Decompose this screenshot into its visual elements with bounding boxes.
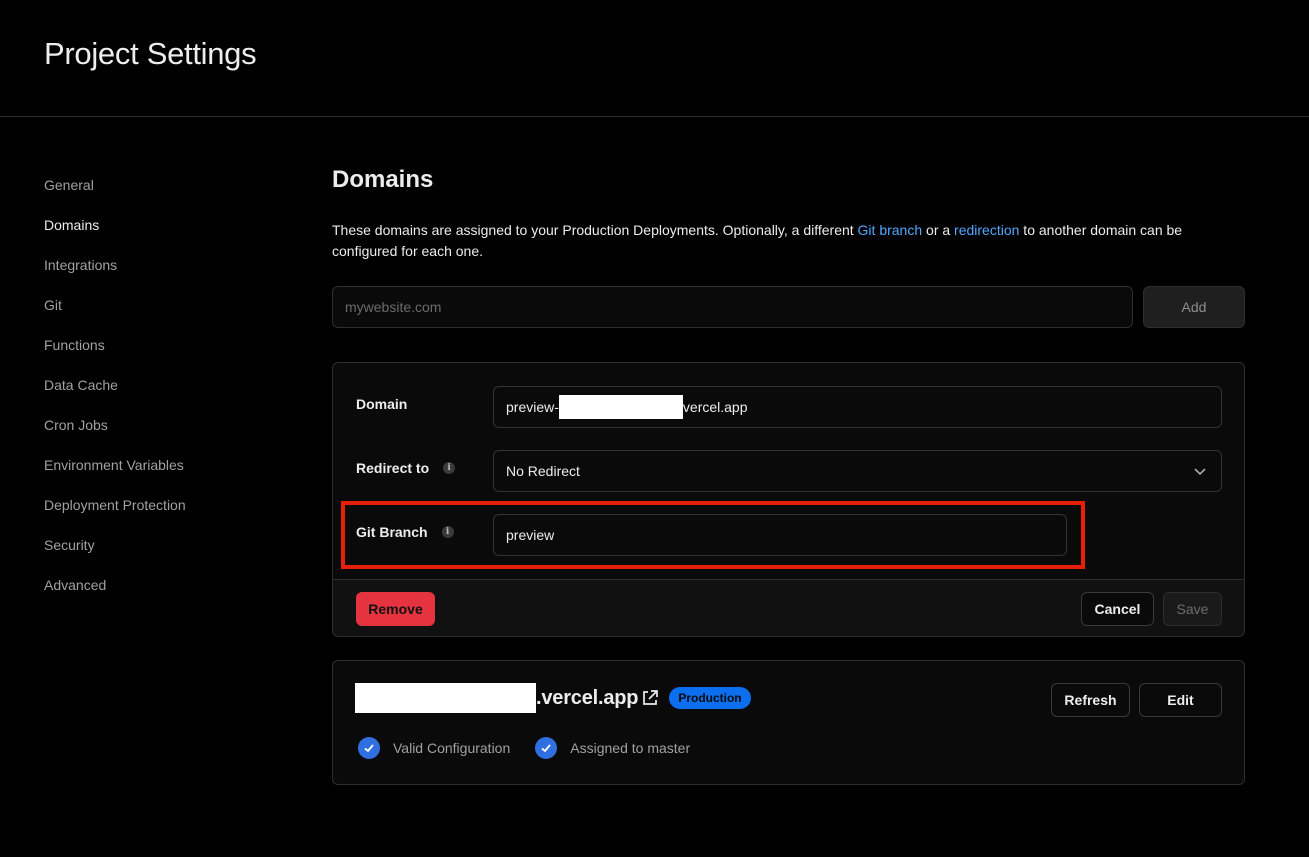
sidebar-item-domains[interactable]: Domains (44, 215, 284, 255)
status-text: Assigned to master (570, 740, 691, 756)
domain-field[interactable]: preview-vercel.app (493, 386, 1222, 428)
sidebar-item-general[interactable]: General (44, 175, 284, 215)
external-link-icon[interactable] (641, 689, 659, 707)
check-icon (358, 737, 380, 759)
page-title: Project Settings (44, 36, 257, 71)
section-title: Domains (332, 166, 434, 193)
chevron-down-icon (1194, 468, 1206, 476)
sidebar-item-git[interactable]: Git (44, 295, 284, 335)
check-icon (535, 737, 558, 759)
git-branch-input[interactable]: preview (493, 514, 1067, 556)
add-button[interactable]: Add (1143, 286, 1245, 328)
section-description: These domains are assigned to your Produ… (332, 220, 1232, 262)
domain-input[interactable] (332, 286, 1133, 328)
sidebar-item-advanced[interactable]: Advanced (44, 575, 284, 615)
domain-suffix: vercel.app (682, 399, 748, 415)
status-item: Valid Configuration (358, 737, 510, 759)
redirect-label-text: Redirect to (356, 460, 430, 476)
page-header: Project Settings (0, 0, 1309, 117)
domain-card: .vercel.app Production Refresh Edit Vali… (332, 660, 1245, 785)
git-branch-value: preview (506, 527, 555, 543)
production-badge: Production (669, 687, 751, 709)
status-row: Valid Configuration Assigned to master (358, 737, 715, 759)
sidebar-item-integrations[interactable]: Integrations (44, 255, 284, 295)
edit-domain-card: Domain preview-vercel.app Redirect to i … (332, 362, 1245, 637)
domain-name-row: .vercel.app Production (355, 683, 751, 713)
description-text: or a (922, 222, 955, 238)
redirect-label: Redirect to i (356, 460, 456, 476)
sidebar-item-deployment-protection[interactable]: Deployment Protection (44, 495, 284, 535)
info-icon[interactable]: i (441, 526, 454, 538)
git-branch-link[interactable]: Git branch (858, 222, 923, 238)
redirection-link[interactable]: redirection (954, 222, 1019, 238)
description-text: These domains are assigned to your Produ… (332, 222, 858, 238)
add-domain-row: Add (332, 286, 1245, 328)
domain-label: Domain (356, 396, 407, 412)
edit-button[interactable]: Edit (1139, 683, 1222, 717)
domain-prefix: preview- (506, 399, 559, 415)
sidebar-item-functions[interactable]: Functions (44, 335, 284, 375)
info-icon[interactable]: i (443, 462, 456, 474)
redirect-select[interactable]: No Redirect (493, 450, 1222, 492)
sidebar-item-data-cache[interactable]: Data Cache (44, 375, 284, 415)
settings-sidebar: General Domains Integrations Git Functio… (44, 175, 284, 615)
cancel-button[interactable]: Cancel (1081, 592, 1154, 626)
sidebar-item-environment-variables[interactable]: Environment Variables (44, 455, 284, 495)
sidebar-item-cron-jobs[interactable]: Cron Jobs (44, 415, 284, 455)
save-button[interactable]: Save (1163, 592, 1222, 626)
status-text: Valid Configuration (393, 740, 511, 756)
refresh-button[interactable]: Refresh (1051, 683, 1130, 717)
sidebar-item-security[interactable]: Security (44, 535, 284, 575)
redacted-block (355, 683, 536, 713)
git-branch-label-text: Git Branch (356, 524, 428, 540)
domain-label-text: Domain (356, 396, 408, 412)
status-item: Assigned to master (535, 737, 690, 759)
domain-name[interactable]: .vercel.app (536, 687, 639, 710)
edit-card-footer: Remove Cancel Save (333, 579, 1244, 636)
git-branch-label: Git Branch i (356, 524, 454, 540)
redacted-block (558, 395, 683, 419)
remove-button[interactable]: Remove (356, 592, 435, 626)
redirect-value: No Redirect (506, 463, 580, 479)
